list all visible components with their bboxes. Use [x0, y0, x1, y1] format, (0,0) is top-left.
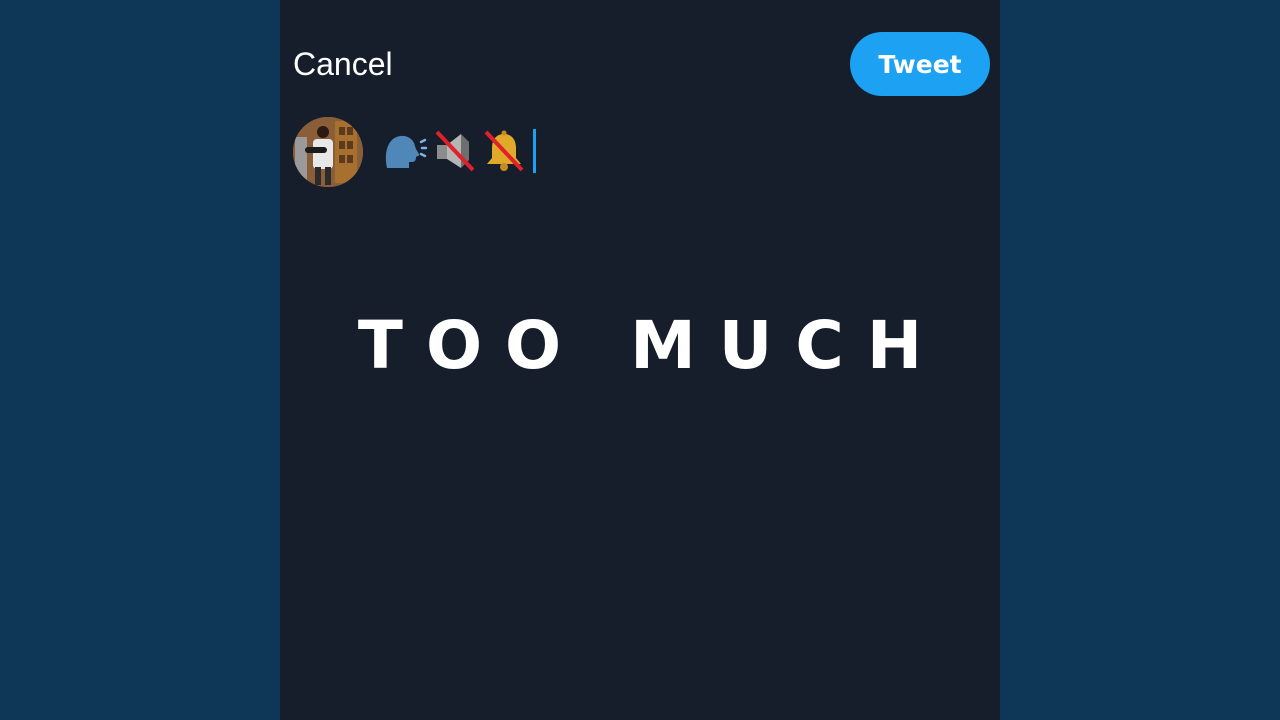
- avatar-photo: [293, 117, 363, 187]
- overlay-caption: TOO MUCH: [357, 307, 946, 384]
- left-background: [0, 0, 280, 720]
- tweet-compose-field[interactable]: [381, 126, 536, 176]
- speaking-head-icon: [381, 128, 428, 174]
- bell-with-slash-icon: [481, 128, 527, 174]
- right-background: [1000, 0, 1280, 720]
- muted-speaker-icon: [431, 128, 477, 174]
- tweet-button[interactable]: Tweet: [850, 32, 990, 96]
- text-cursor: [533, 129, 536, 173]
- avatar[interactable]: [293, 117, 363, 187]
- cancel-button[interactable]: Cancel: [293, 45, 393, 83]
- compose-panel: Cancel Tweet TOO MUCH: [280, 0, 1000, 720]
